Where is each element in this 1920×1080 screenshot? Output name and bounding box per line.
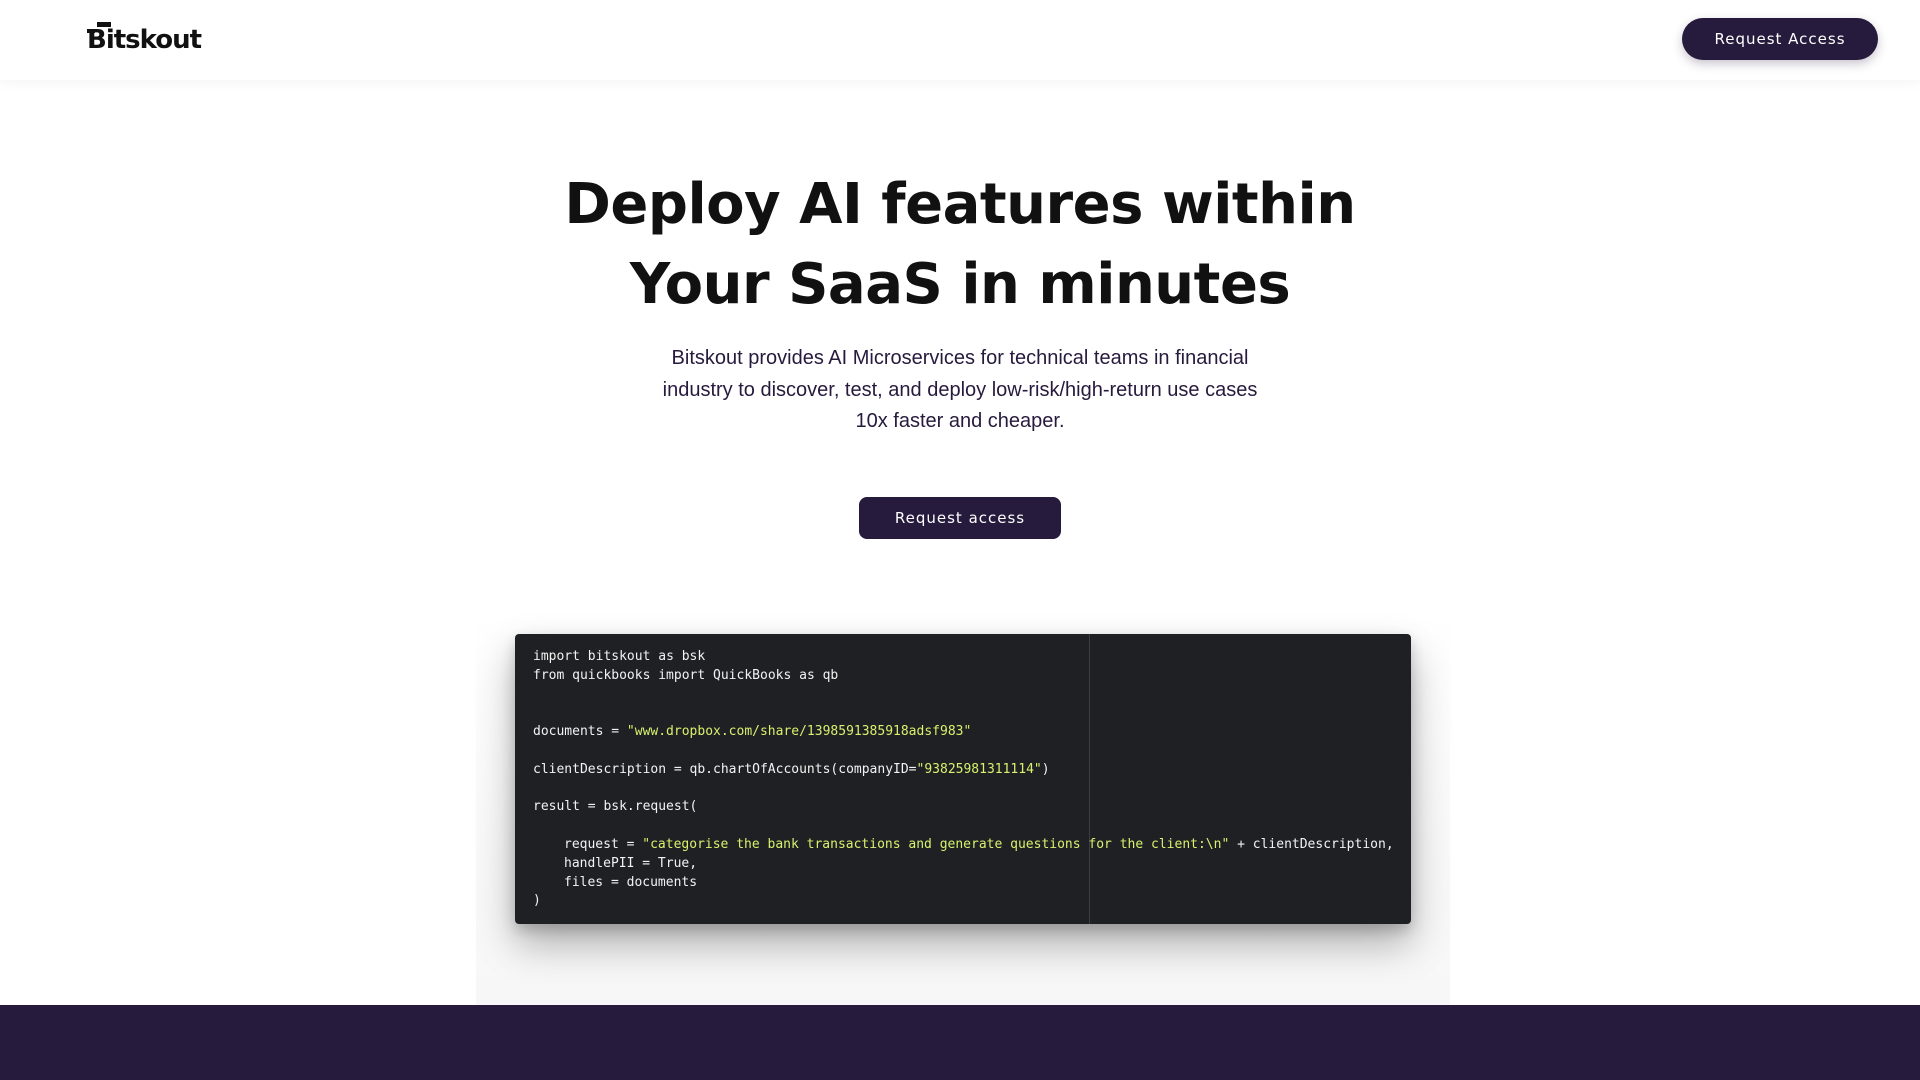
hero-subtitle-line3: 10x faster and cheaper. [855, 410, 1065, 432]
bitskout-logo[interactable]: Bitskout [87, 22, 202, 56]
code-line-result: result = bsk.request( [533, 799, 698, 815]
code-line-documents: documents = "www.dropbox.com/share/13985… [533, 724, 972, 740]
hero-subtitle-line2: industry to discover, test, and deploy l… [662, 378, 1258, 401]
code-line-files: files = documents [564, 874, 698, 890]
code-line-handle-pii: handlePII = True, [564, 855, 698, 871]
dark-section-band [0, 1005, 1920, 1080]
code-editor: import bitskout as bsk from quickbooks i… [515, 634, 1411, 924]
logo-mark-icon: Bitskout [87, 22, 202, 56]
hero-title-line1: Deploy AI features within [564, 172, 1356, 237]
code-line-2: from quickbooks import QuickBooks as qb [533, 667, 839, 683]
code-line-client-description: clientDescription = qb.chartOfAccounts(c… [533, 761, 1050, 777]
code-line-request-arg: request = "categorise the bank transacti… [564, 836, 1394, 852]
request-access-nav-button[interactable]: Request Access [1682, 18, 1878, 60]
request-access-hero-button[interactable]: Request access [859, 497, 1061, 539]
top-navbar: Bitskout Request Access [0, 0, 1920, 80]
code-line-close-paren: ) [533, 893, 541, 909]
code-line-1: import bitskout as bsk [533, 649, 706, 664]
hero-title-line2: Your SaaS in minutes [629, 252, 1291, 317]
hero-subtitle: Bitskout provides AI Microservices for t… [640, 343, 1280, 438]
hero-subtitle-line1: Bitskout provides AI Microservices for t… [671, 347, 1249, 369]
hero-title: Deploy AI features within Your SaaS in m… [560, 165, 1360, 325]
logo-text: Bitskout [87, 25, 202, 55]
code-snippet: import bitskout as bsk from quickbooks i… [533, 648, 1394, 911]
